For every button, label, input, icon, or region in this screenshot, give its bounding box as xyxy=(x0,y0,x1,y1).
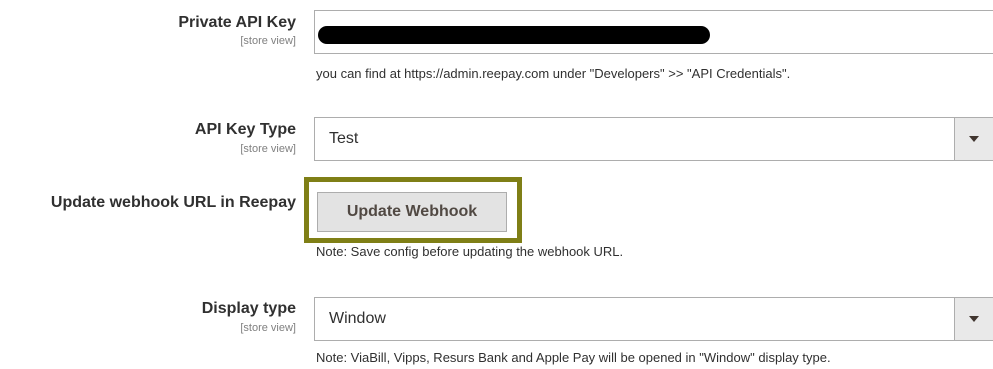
update-webhook-button[interactable]: Update Webhook xyxy=(317,192,507,232)
update-webhook-note: Note: Save config before updating the we… xyxy=(316,244,624,259)
chevron-down-icon xyxy=(969,136,979,142)
chevron-down-icon xyxy=(969,316,979,322)
display-type-dropdown-toggle[interactable] xyxy=(954,298,993,340)
private-api-key-scope: [store view] xyxy=(240,35,296,47)
private-api-key-note: you can find at https://admin.reepay.com… xyxy=(316,66,791,81)
display-type-select[interactable]: Window xyxy=(314,297,993,341)
api-key-type-dropdown-toggle[interactable] xyxy=(954,118,993,160)
display-type-selected: Window xyxy=(329,310,386,327)
private-api-key-label: Private API Key xyxy=(178,14,296,31)
update-webhook-label: Update webhook URL in Reepay xyxy=(50,194,296,211)
display-type-scope: [store view] xyxy=(240,322,296,334)
api-key-type-select[interactable]: Test xyxy=(314,117,993,161)
redaction-bar xyxy=(318,26,710,44)
api-key-type-scope: [store view] xyxy=(240,143,296,155)
api-key-type-selected: Test xyxy=(329,130,359,147)
display-type-label: Display type xyxy=(201,300,296,317)
api-key-type-label: API Key Type xyxy=(194,121,296,138)
display-type-note: Note: ViaBill, Vipps, Resurs Bank and Ap… xyxy=(316,350,831,365)
